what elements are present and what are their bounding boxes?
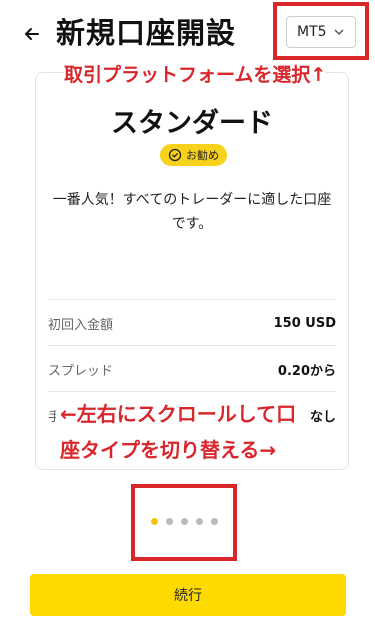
page-title: 新規口座開設 [56, 16, 237, 50]
account-type-title: スタンダード [111, 108, 273, 139]
account-type-description: 一番人気！すべてのトレーダーに適した口座 です。 [52, 188, 332, 236]
continue-button[interactable]: 続行 [30, 574, 346, 616]
detail-label: スプレッド [48, 363, 114, 379]
check-circle-icon [168, 148, 182, 162]
scroll-hint-annotation-line2: 座タイプを切り替える→ [56, 436, 281, 464]
recommended-badge: お勧め [160, 144, 227, 166]
detail-value: 150 USD [273, 315, 336, 331]
platform-hint-annotation: 取引プラットフォームを選択↑ [64, 62, 327, 88]
recommended-badge-label: お勧め [186, 149, 219, 162]
scroll-hint-annotation-line1: ←左右にスクロールして口 [56, 400, 301, 428]
detail-label: 初回入金額 [48, 317, 114, 333]
arrow-left-icon [25, 28, 39, 40]
detail-value: 0.20から [277, 363, 336, 379]
back-button[interactable] [22, 24, 42, 44]
pagination-highlight-box [131, 484, 237, 561]
detail-row-initial-deposit: 初回入金額 150 USD [48, 299, 336, 346]
detail-value: なし [309, 409, 336, 425]
detail-row-spread: スプレッド 0.20から [48, 345, 336, 392]
account-type-description-line2: です。 [171, 216, 213, 232]
account-type-description-line1: 一番人気！すべてのトレーダーに適した口座 [52, 192, 332, 208]
platform-highlight-box [273, 2, 369, 60]
